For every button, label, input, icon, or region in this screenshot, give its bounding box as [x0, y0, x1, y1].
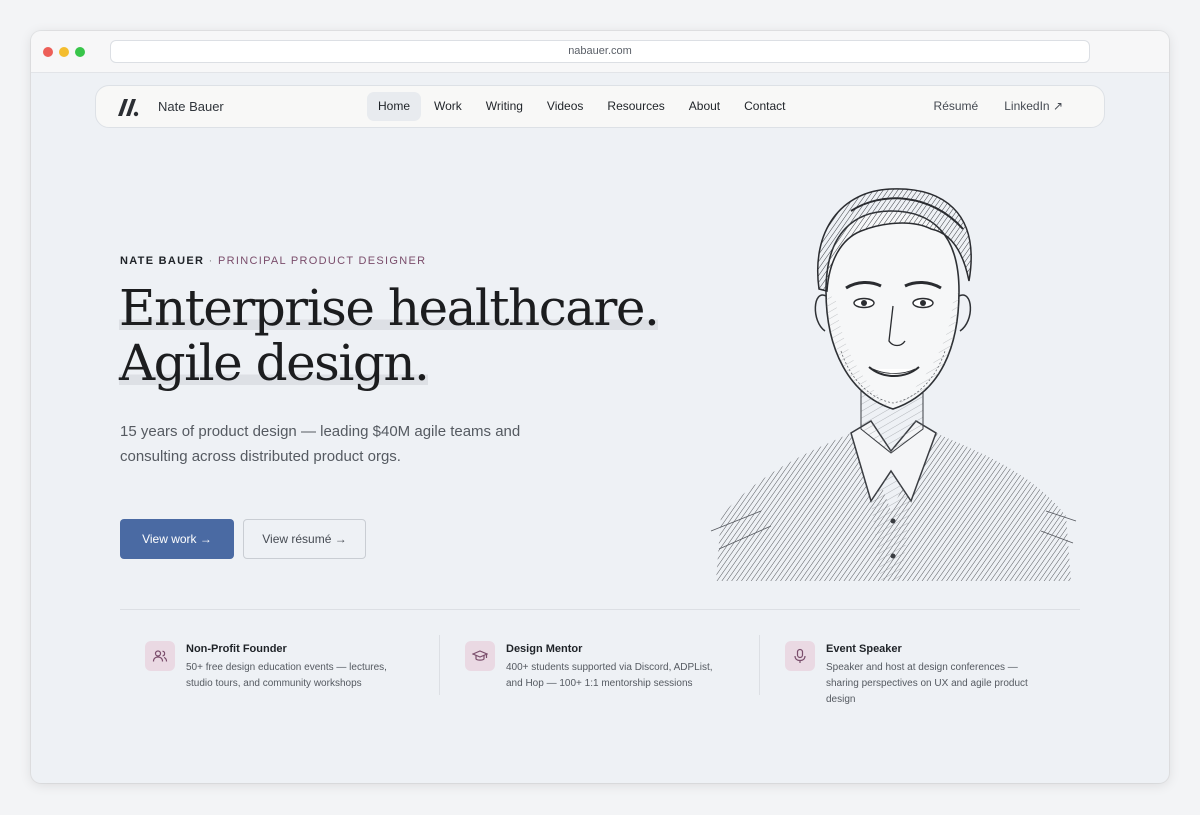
nav-link-writing[interactable]: Writing	[475, 92, 534, 121]
hero-eyebrow: NATE BAUER · PRINCIPAL PRODUCT DESIGNER	[120, 255, 426, 267]
section-divider	[120, 609, 1080, 610]
logo-icon[interactable]	[114, 96, 142, 118]
hero-subtext: 15 years of product design — leading $40…	[120, 423, 521, 465]
eyebrow-separator: ·	[204, 255, 218, 267]
microphone-icon	[785, 641, 815, 671]
maximize-window-button[interactable]	[75, 47, 85, 57]
feature-description: 50+ free design education events — lectu…	[186, 662, 387, 689]
nav-link-videos[interactable]: Videos	[536, 92, 594, 121]
hero-headline: Enterprise healthcare. Agile design.	[119, 279, 660, 392]
secondary-nav-links: Résumé LinkedIn ↗	[921, 92, 1076, 121]
graduation-cap-icon	[465, 641, 495, 671]
nav-link-linkedin[interactable]: LinkedIn ↗	[993, 92, 1074, 121]
feature-divider	[759, 635, 760, 695]
nav-link-work[interactable]: Work	[423, 92, 473, 121]
minimize-window-button[interactable]	[59, 47, 69, 57]
browser-window: nabauer.com Nate Bauer Home Work Writing…	[31, 31, 1169, 783]
feature-title: Event Speaker	[826, 643, 902, 655]
headline-line-1: Enterprise healthcare.	[119, 279, 660, 337]
feature-description: Speaker and host at design conferences —…	[826, 662, 1028, 705]
nav-link-resources[interactable]: Resources	[596, 92, 675, 121]
main-nav-links: Home Work Writing Videos Resources About…	[367, 92, 798, 121]
brand-name[interactable]: Nate Bauer	[158, 99, 224, 114]
site-navbar: Nate Bauer Home Work Writing Videos Reso…	[95, 85, 1105, 128]
eyebrow-name: NATE BAUER	[120, 255, 205, 267]
address-bar[interactable]: nabauer.com	[110, 40, 1090, 63]
eyebrow-role: PRINCIPAL PRODUCT DESIGNER	[217, 255, 427, 267]
feature-title: Non-Profit Founder	[186, 643, 287, 655]
portrait-illustration	[710, 188, 1077, 581]
browser-titlebar: nabauer.com	[31, 31, 1169, 73]
view-resume-button[interactable]: View résumé →	[243, 519, 366, 559]
nav-link-home[interactable]: Home	[367, 92, 422, 121]
nav-link-contact[interactable]: Contact	[733, 92, 796, 121]
feature-divider	[439, 635, 440, 695]
nav-link-resume[interactable]: Résumé	[923, 92, 990, 121]
nav-link-about[interactable]: About	[678, 92, 731, 121]
close-window-button[interactable]	[43, 47, 53, 57]
users-icon	[145, 641, 175, 671]
headline-line-2: Agile design.	[119, 334, 430, 392]
feature-description: 400+ students supported via Discord, ADP…	[506, 662, 713, 689]
feature-title: Design Mentor	[506, 643, 583, 655]
view-work-button[interactable]: View work →	[120, 519, 234, 559]
